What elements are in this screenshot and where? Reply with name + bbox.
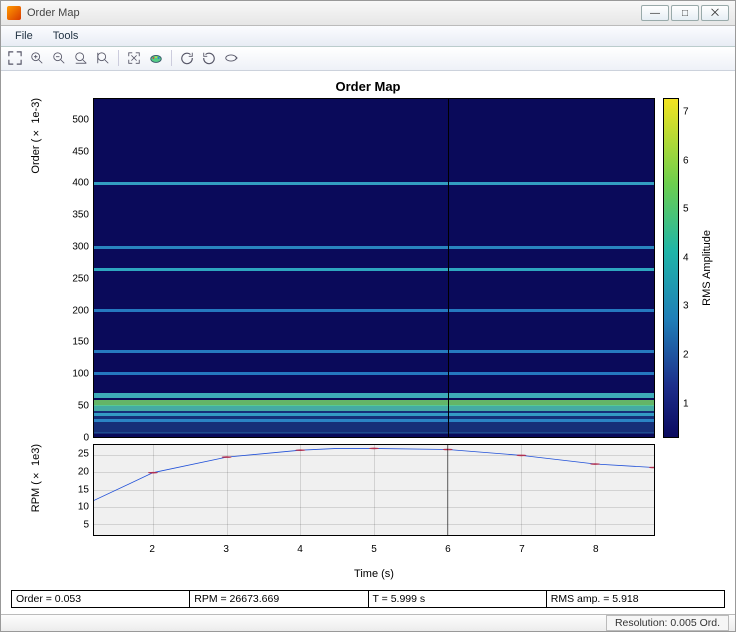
- figure-area: Order Map Order (× 1e-3) 050100150200250…: [1, 71, 735, 614]
- time-x-label: Time (s): [93, 568, 655, 580]
- menu-file[interactable]: File: [7, 28, 41, 44]
- colorbar-label: RMS Amplitude: [701, 230, 713, 306]
- app-window: Order Map — □ ⨉ File Tools Order Map Ord: [0, 0, 736, 632]
- status-order: Order = 0.053: [12, 591, 190, 607]
- toolbar-separator: [118, 50, 119, 66]
- toolbar: [1, 47, 735, 70]
- menu-tools[interactable]: Tools: [45, 28, 87, 44]
- order-map-heatmap[interactable]: [93, 98, 655, 438]
- order-y-ticks: 050100150200250300350400450500: [63, 98, 93, 438]
- rpm-y-ticks: 510152025: [63, 444, 93, 536]
- chart-title: Order Map: [11, 79, 725, 94]
- footer-statusbar: Resolution: 0.005 Ord.: [1, 614, 735, 631]
- titlebar[interactable]: Order Map — □ ⨉: [1, 1, 735, 26]
- order-y-label: Order (× 1e-3): [30, 98, 42, 174]
- zoom-x-icon[interactable]: [71, 49, 91, 67]
- palette-icon[interactable]: [146, 49, 166, 67]
- zoom-y-icon[interactable]: [93, 49, 113, 67]
- cursor-status-row: Order = 0.053 RPM = 26673.669 T = 5.999 …: [11, 590, 725, 608]
- status-time: T = 5.999 s: [369, 591, 547, 607]
- matlab-icon: [7, 6, 21, 20]
- toolbar-separator: [171, 50, 172, 66]
- window-title: Order Map: [27, 7, 641, 19]
- fit-icon[interactable]: [124, 49, 144, 67]
- rotate-ccw-icon[interactable]: [177, 49, 197, 67]
- rpm-y-label: RPM (× 1e3): [30, 444, 42, 512]
- rpm-curve-plot[interactable]: [93, 444, 655, 536]
- close-button[interactable]: ⨉: [701, 5, 729, 21]
- resolution-readout: Resolution: 0.005 Ord.: [606, 615, 729, 631]
- time-x-ticks: 2345678: [93, 544, 655, 558]
- loop-icon[interactable]: [221, 49, 241, 67]
- rotate-cw-icon[interactable]: [199, 49, 219, 67]
- zoom-in-icon[interactable]: [27, 49, 47, 67]
- expand-arrows-icon[interactable]: [5, 49, 25, 67]
- zoom-out-icon[interactable]: [49, 49, 69, 67]
- minimize-button[interactable]: —: [641, 5, 669, 21]
- status-rms: RMS amp. = 5.918: [547, 591, 724, 607]
- maximize-button[interactable]: □: [671, 5, 699, 21]
- colorbar-ticks: 1234567: [679, 98, 697, 438]
- colorbar: [663, 98, 679, 438]
- menubar: File Tools: [1, 26, 735, 47]
- status-rpm: RPM = 26673.669: [190, 591, 368, 607]
